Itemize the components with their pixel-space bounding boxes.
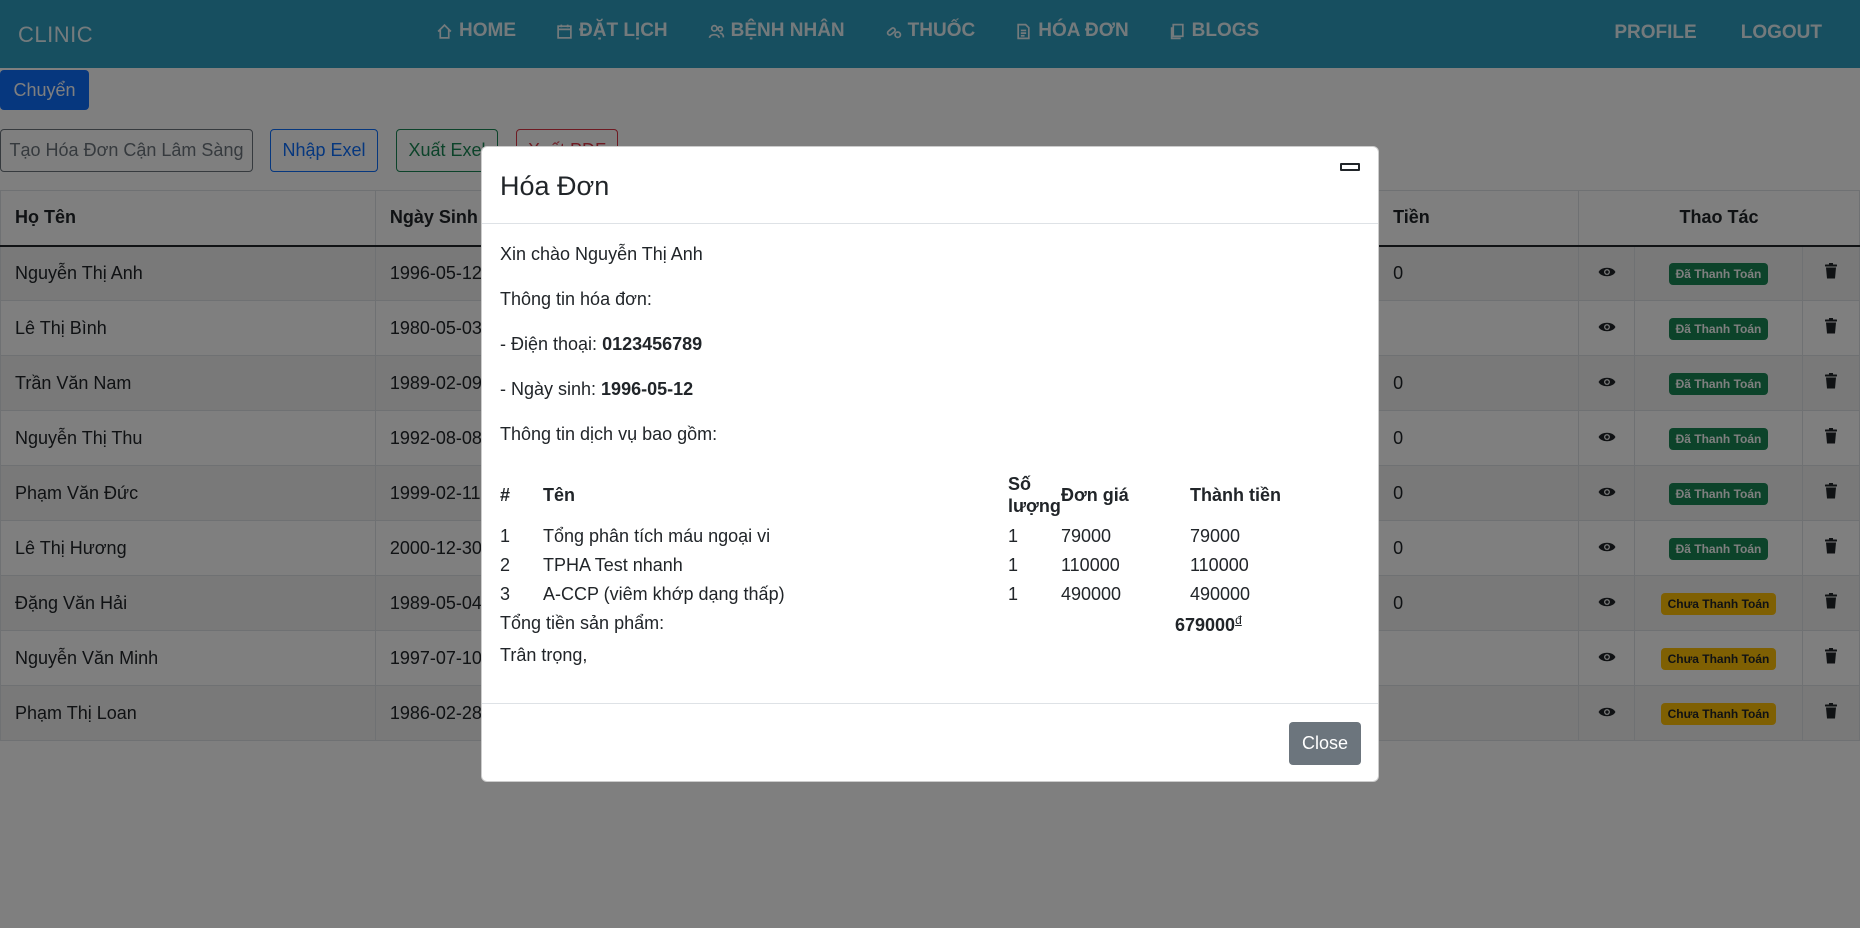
modal-footer: Close bbox=[482, 703, 1378, 783]
item-total: 490000 bbox=[1190, 583, 1251, 604]
invoice-total-row: Tổng tiền sản phẩm: 679000đ bbox=[500, 608, 1360, 637]
invoice-item-row: 3 A-CCP (viêm khớp dạng thấp) 1 490000 4… bbox=[500, 579, 1360, 608]
currency-symbol: đ bbox=[1235, 613, 1242, 627]
item-price: 79000 bbox=[1061, 525, 1112, 546]
services-heading: Thông tin dịch vụ bao gồm: bbox=[500, 424, 718, 444]
total-label: Tổng tiền sản phẩm: bbox=[500, 612, 665, 633]
item-no: 3 bbox=[500, 583, 511, 604]
invoice-header-row: # Tên Số lượng Đơn giá Thành tiền bbox=[500, 469, 1360, 521]
item-qty: 1 bbox=[1008, 525, 1019, 546]
col-price: Đơn giá bbox=[1061, 485, 1129, 505]
item-qty: 1 bbox=[1008, 583, 1019, 604]
item-no: 1 bbox=[500, 525, 511, 546]
col-name: Tên bbox=[543, 485, 576, 505]
dob-label: - Ngày sinh: bbox=[500, 379, 602, 399]
phone-line: - Điện thoại: 0123456789 bbox=[500, 333, 1360, 355]
invoice-items-table: # Tên Số lượng Đơn giá Thành tiền 1 Tổng… bbox=[500, 469, 1360, 637]
dob-line: - Ngày sinh: 1996-05-12 bbox=[500, 378, 1360, 400]
modal-title: Hóa Đơn bbox=[500, 171, 610, 201]
invoice-item-row: 2 TPHA Test nhanh 1 110000 110000 bbox=[500, 550, 1360, 579]
modal-body: Xin chào Nguyễn Thị Anh Thông tin hóa đơ… bbox=[500, 243, 1360, 665]
item-name: TPHA Test nhanh bbox=[543, 554, 683, 575]
item-price: 110000 bbox=[1061, 554, 1120, 575]
col-no: # bbox=[500, 485, 511, 505]
item-name: A-CCP (viêm khớp dạng thấp) bbox=[543, 583, 785, 604]
col-qty: Số lượng bbox=[1008, 474, 1061, 516]
invoice-modal: Hóa Đơn Xin chào Nguyễn Thị Anh Thông ti… bbox=[481, 146, 1379, 782]
col-total: Thành tiền bbox=[1190, 485, 1281, 505]
item-qty: 1 bbox=[1008, 554, 1019, 575]
invoice-item-row: 1 Tổng phân tích máu ngoại vi 1 79000 79… bbox=[500, 521, 1360, 550]
info-heading: Thông tin hóa đơn: bbox=[500, 289, 652, 309]
total-value: 679000 bbox=[1175, 615, 1236, 635]
close-button[interactable]: Close bbox=[1289, 722, 1361, 765]
dob-value: 1996-05-12 bbox=[601, 379, 694, 399]
phone-value: 0123456789 bbox=[602, 334, 703, 354]
item-total: 110000 bbox=[1190, 554, 1249, 575]
item-price: 490000 bbox=[1061, 583, 1122, 604]
item-total: 79000 bbox=[1190, 525, 1241, 546]
item-name: Tổng phân tích máu ngoại vi bbox=[543, 525, 771, 546]
close-icon[interactable] bbox=[1340, 163, 1360, 171]
regards-text: Trân trọng, bbox=[500, 645, 588, 665]
phone-label: - Điện thoại: bbox=[500, 334, 603, 354]
item-no: 2 bbox=[500, 554, 511, 575]
greeting-text: Xin chào Nguyễn Thị Anh bbox=[500, 244, 703, 264]
total-amount: 679000đ bbox=[1175, 608, 1345, 637]
modal-header: Hóa Đơn bbox=[482, 147, 1378, 224]
